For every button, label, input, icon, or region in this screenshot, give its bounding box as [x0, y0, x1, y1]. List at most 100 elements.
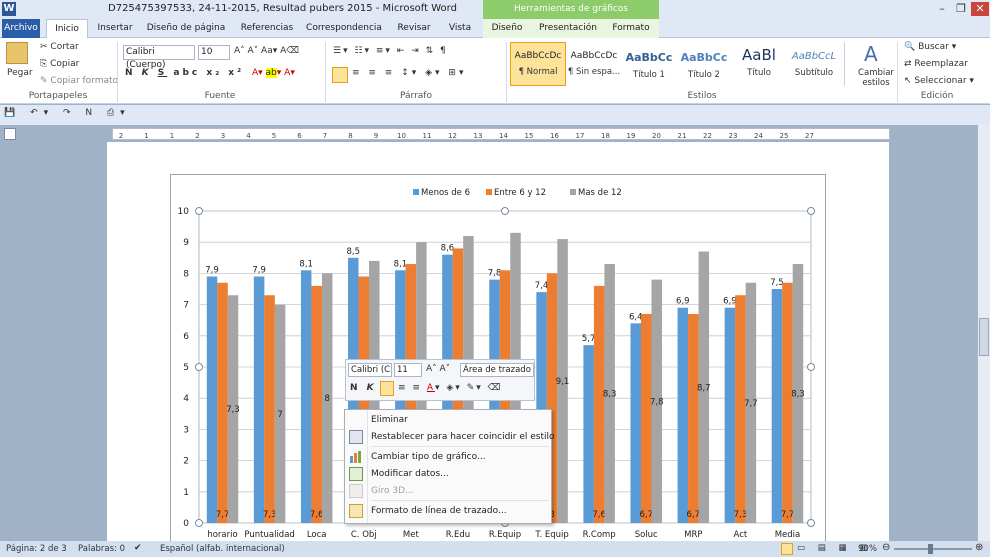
close-button[interactable]: ✕: [971, 2, 989, 16]
tab-chart-format[interactable]: Formato: [606, 19, 656, 38]
grow-font-icon[interactable]: A˄ A˅ Aa▾ A⌫: [234, 46, 299, 56]
tab-file[interactable]: Archivo: [2, 19, 40, 38]
zoom-in-icon[interactable]: ⊕: [975, 542, 983, 553]
style-subtitle[interactable]: AaBbCcL Subtítulo: [786, 42, 842, 86]
change-styles-button[interactable]: Cambiar estilos: [858, 68, 894, 88]
clear-format-icon: A⌫: [280, 46, 299, 56]
data-label: 7,8: [488, 269, 502, 279]
align-left-button[interactable]: [332, 67, 348, 83]
tab-review[interactable]: Revisar: [390, 19, 438, 38]
style-normal[interactable]: AaBbCcDc ¶ Normal: [510, 42, 566, 86]
data-label: 8,1: [299, 259, 313, 269]
reset-style-icon: [349, 430, 363, 444]
y-tick-label: 5: [183, 363, 189, 373]
data-label: 8,7: [697, 383, 711, 393]
zoom-out-icon[interactable]: ⊖: [882, 542, 890, 553]
font-color-icon[interactable]: A▾ ab▾ A▾: [252, 68, 295, 78]
selection-handle: [195, 363, 203, 371]
mini-font-size[interactable]: 11: [394, 363, 422, 377]
y-tick-label: 1: [183, 488, 189, 498]
selection-handle: [501, 207, 509, 215]
format-painter-button[interactable]: ✎ Copiar formato: [40, 76, 118, 86]
font-size-box[interactable]: 10: [198, 45, 230, 60]
paste-button[interactable]: Pegar: [7, 68, 33, 78]
text-color-icon[interactable]: A: [284, 68, 290, 78]
mini-grow-shrink-icon[interactable]: A˄ A˅: [426, 364, 450, 374]
menu-item-change-chart-type[interactable]: Cambiar tipo de gráfico...: [371, 452, 486, 462]
mini-font-color-icon[interactable]: A: [427, 383, 435, 393]
tab-mailings[interactable]: Correspondencia: [304, 19, 384, 38]
tab-chart-design[interactable]: Diseño: [486, 19, 528, 38]
y-tick-label: 0: [183, 519, 189, 529]
word-logo-icon[interactable]: W: [2, 2, 16, 16]
tab-chart-layout[interactable]: Presentación: [536, 19, 600, 38]
style-heading-2[interactable]: AaBbCc Título 2: [676, 42, 732, 86]
horizontal-ruler[interactable]: 2 1 1 2 3 4 5 6 7 8 9 10 11 12 13 14 15 16 17 18 19 20 21 22 23 2…: [112, 128, 890, 140]
copy-button[interactable]: ⎘ Copiar: [40, 59, 79, 69]
clipboard-group-label: Portapapeles: [28, 91, 88, 101]
spellcheck-icon[interactable]: ✔: [134, 543, 142, 553]
word-count[interactable]: Palabras: 0: [78, 544, 125, 554]
selection-handle: [807, 363, 815, 371]
zoom-level[interactable]: 90%: [858, 544, 877, 554]
find-button[interactable]: 🔍 Buscar ▾: [904, 42, 956, 52]
mini-align-left-button[interactable]: [380, 381, 394, 396]
ruler-toggle-icon[interactable]: [4, 128, 16, 140]
mini-format-buttons[interactable]: ≡ ≡ A▾ ◈▾ ✎▾ ⌫: [398, 383, 502, 393]
mini-fill-icon[interactable]: ◈: [446, 383, 455, 393]
minimize-button[interactable]: –: [933, 2, 951, 16]
brush-icon: ✎: [40, 76, 48, 86]
ruler-tick-label: 2: [195, 132, 199, 140]
menu-item-reset-style[interactable]: Restablecer para hacer coincidir el esti…: [371, 432, 555, 442]
ruler-tick-label: 9: [374, 132, 378, 140]
zoom-slider-thumb[interactable]: [928, 544, 933, 554]
language-indicator[interactable]: Español (alfab. internacional): [160, 544, 285, 554]
menu-item-format-plot-line[interactable]: Formato de línea de trazado...: [371, 506, 507, 516]
page-count[interactable]: Página: 2 de 3: [6, 544, 67, 554]
select-button[interactable]: ↖ Seleccionar ▾: [904, 76, 974, 86]
mini-outline-icon[interactable]: ✎: [467, 383, 477, 393]
tab-page-layout[interactable]: Diseño de página: [142, 19, 230, 38]
scroll-thumb[interactable]: [979, 318, 989, 356]
data-label: 7,9: [205, 266, 219, 276]
styles-scroll-arrows[interactable]: [844, 42, 854, 86]
tab-insert[interactable]: Insertar: [92, 19, 138, 38]
ruler-tick-label: 14: [499, 132, 508, 140]
cut-button[interactable]: ✂ Cortar: [40, 42, 79, 52]
style-heading-1[interactable]: AaBbCc Título 1: [621, 42, 677, 86]
mini-eraser-icon[interactable]: ⌫: [488, 383, 503, 393]
paste-icon[interactable]: [6, 42, 28, 64]
tab-home[interactable]: Inicio: [46, 19, 88, 39]
bar: [311, 285, 322, 523]
mini-element-selector[interactable]: Área de trazado: [460, 363, 534, 377]
ruler-tick-label: 21: [678, 132, 687, 140]
qat-buttons[interactable]: 💾 ↶▾ ↷ N ⎙▾: [4, 108, 131, 118]
style-title[interactable]: AaBl Título: [731, 42, 787, 86]
change-styles-icon[interactable]: A: [864, 42, 878, 66]
ruler-tick-label: 11: [423, 132, 432, 140]
mini-font-name[interactable]: Calibri (C: [348, 363, 392, 377]
align-buttons[interactable]: ≡ ≡ ≡ ↕▾ ◈▾ ⊞▾: [352, 68, 466, 78]
cut-label: Cortar: [50, 42, 79, 52]
style-no-spacing[interactable]: AaBbCcDc ¶ Sin espa...: [566, 42, 622, 86]
x-tick-label: MRP: [684, 530, 702, 540]
menu-item-delete[interactable]: Eliminar: [371, 415, 408, 425]
tab-references[interactable]: Referencias: [236, 19, 298, 38]
data-label: 8,3: [603, 390, 617, 400]
tab-view[interactable]: Vista: [444, 19, 476, 38]
font-style-buttons[interactable]: N K S abc x₂ x²: [125, 68, 244, 78]
find-label: Buscar: [918, 42, 949, 52]
print-layout-view-button[interactable]: [781, 543, 793, 555]
restore-button[interactable]: ❐: [952, 2, 970, 16]
bar: [630, 323, 641, 523]
list-buttons[interactable]: ☰▾ ☷▾ ≡▾ ⇤ ⇥ ⇅ ¶: [333, 46, 448, 56]
ruler-tick-label: 4: [246, 132, 251, 140]
zoom-slider[interactable]: [894, 548, 972, 550]
data-label: 7,4: [535, 281, 549, 291]
menu-item-edit-data[interactable]: Modificar datos...: [371, 469, 449, 479]
font-name-box[interactable]: Calibri (Cuerpo): [123, 45, 195, 70]
highlight-icon[interactable]: ab: [265, 68, 277, 78]
replace-button[interactable]: ⇄ Reemplazar: [904, 59, 968, 69]
window-title: D725475397533, 24-11-2015, Resultad pube…: [108, 3, 457, 14]
mini-bold-italic[interactable]: N K: [350, 383, 377, 393]
